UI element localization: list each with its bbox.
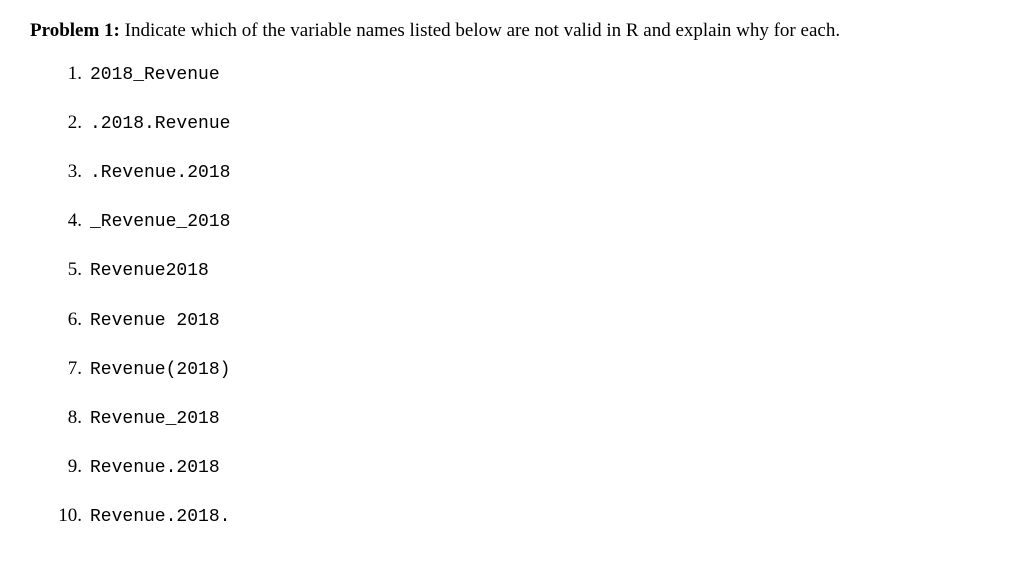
variable-name: .Revenue.2018 [90,161,230,186]
list-item: 7. Revenue(2018) [58,356,994,383]
problem-label: Problem 1: [30,20,120,41]
variable-name: Revenue.2018 [90,456,220,481]
list-marker: 3. [58,159,82,186]
list-item: 10. Revenue.2018. [58,503,994,530]
problem-text: Indicate which of the variable names lis… [120,20,840,41]
variable-name: Revenue.2018. [90,505,230,530]
problem-heading: Problem 1: Indicate which of the variabl… [30,18,994,45]
variable-name: Revenue 2018 [90,309,220,334]
variable-name: 2018_Revenue [90,63,220,88]
list-marker: 9. [58,454,82,481]
list-item: 8. Revenue_2018 [58,405,994,432]
list-item: 4. _Revenue_2018 [58,208,994,235]
list-marker: 1. [58,61,82,88]
list-marker: 8. [58,405,82,432]
list-marker: 2. [58,110,82,137]
list-marker: 10. [58,503,82,530]
list-item: 9. Revenue.2018 [58,454,994,481]
list-item: 1. 2018_Revenue [58,61,994,88]
variable-name: Revenue2018 [90,259,209,284]
list-item: 6. Revenue 2018 [58,307,994,334]
variable-name: .2018.Revenue [90,112,230,137]
list-marker: 7. [58,356,82,383]
variable-name: Revenue(2018) [90,358,230,383]
list-marker: 4. [58,208,82,235]
variable-name: _Revenue_2018 [90,210,230,235]
variable-list: 1. 2018_Revenue 2. .2018.Revenue 3. .Rev… [30,61,994,531]
list-item: 3. .Revenue.2018 [58,159,994,186]
list-marker: 6. [58,307,82,334]
list-marker: 5. [58,257,82,284]
variable-name: Revenue_2018 [90,407,220,432]
list-item: 2. .2018.Revenue [58,110,994,137]
list-item: 5. Revenue2018 [58,257,994,284]
